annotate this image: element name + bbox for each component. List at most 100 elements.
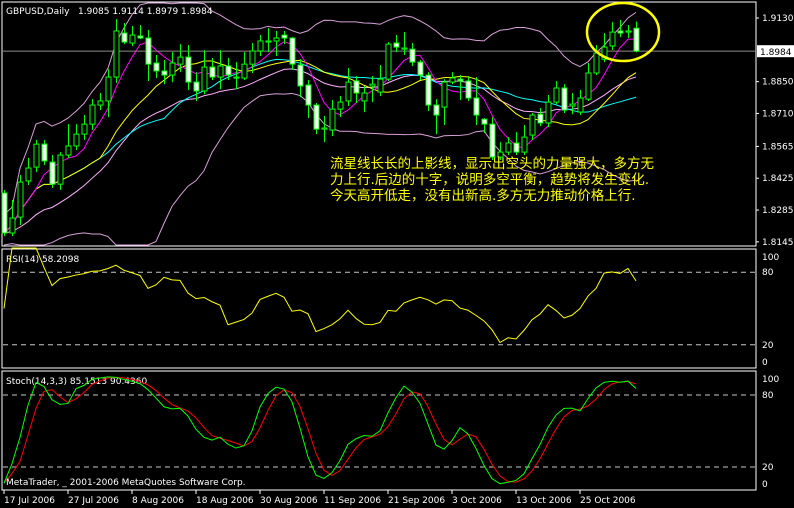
candle-body (225, 65, 232, 76)
candle-body (409, 48, 416, 63)
candle-body (313, 104, 320, 130)
candle-body (169, 62, 176, 76)
candle-body (161, 70, 168, 76)
candle-body (553, 87, 560, 103)
candle-body (273, 37, 280, 42)
price-tick-label: 1.9130 (762, 14, 794, 24)
current-price-tag: 1.8984 (757, 45, 794, 58)
rsi-level-label: 80 (762, 268, 774, 278)
candle-body (241, 63, 248, 79)
candle (17, 175, 24, 226)
annotation-text: 流星线长长的上影线，显示出空头的力量强大，多方无 力上行.后边的十字，说明多空平… (330, 155, 654, 204)
candle-body (505, 142, 512, 153)
candle (385, 42, 392, 81)
candle-body (145, 37, 152, 65)
candle-body (577, 97, 584, 113)
candle-body (449, 77, 456, 83)
candle-body (569, 103, 576, 107)
price-tick-label: 1.8425 (762, 174, 794, 184)
candle-body (49, 161, 56, 185)
candle-body (201, 66, 208, 92)
candle-body (377, 78, 384, 93)
candle-body (265, 40, 272, 43)
candle-body (633, 27, 640, 52)
candle (41, 140, 48, 166)
candle-body (9, 217, 16, 234)
candle-body (153, 62, 160, 72)
candle (57, 152, 64, 191)
candle-body (489, 123, 496, 158)
candle-body (25, 167, 32, 182)
metatrader-chart[interactable]: GBPUSD,Daily 1.9085 1.9114 1.8979 1.8984… (0, 0, 794, 508)
date-tick-label: 17 Jul 2006 (4, 496, 55, 506)
candle-body (617, 30, 624, 34)
price-tick-label: 1.8285 (762, 206, 794, 216)
date-tick-label: 13 Oct 2006 (516, 496, 572, 506)
candle-body (73, 133, 80, 147)
candle-body (57, 154, 64, 185)
candle-body (257, 40, 264, 52)
stoch-level-label: 0 (762, 480, 768, 490)
date-tick-label: 27 Jul 2006 (68, 496, 119, 506)
candle-body (65, 145, 72, 156)
candle-body (217, 65, 224, 78)
current-price-label: 1.8984 (760, 48, 792, 58)
annotation-line: 流星线长长的上影线，显示出空头的力量强大，多方无 (330, 155, 654, 172)
candle-body (321, 127, 328, 130)
candle-body (593, 52, 600, 74)
candle (425, 72, 432, 111)
candle-body (353, 80, 360, 94)
rsi-level-label: 20 (762, 341, 774, 351)
candle-body (209, 66, 216, 78)
candle-body (345, 81, 352, 102)
candle-body (513, 142, 520, 153)
price-tick-label: 1.8710 (762, 109, 794, 119)
candle-body (537, 113, 544, 124)
candle-body (193, 81, 200, 92)
candle-body (361, 92, 368, 102)
candle-body (337, 101, 344, 110)
candle (33, 140, 40, 173)
rsi-level-label: 100 (762, 253, 779, 263)
candle-body (369, 83, 376, 87)
date-tick-label: 30 Aug 2006 (260, 496, 318, 506)
candle-body (457, 78, 464, 82)
copyright-text: MetaTrader, _ 2001-2006 MetaQuotes Softw… (6, 478, 246, 488)
candle (1, 190, 8, 236)
candle-body (1, 192, 8, 234)
date-tick-label: 8 Aug 2006 (132, 496, 184, 506)
price-tick-label: 1.8850 (762, 78, 794, 88)
rsi-level-label: 0 (762, 358, 768, 368)
candle-body (545, 101, 552, 124)
candle-body (385, 43, 392, 80)
price-tick-label: 1.8145 (762, 238, 794, 248)
candle-body (113, 30, 120, 78)
candle-body (249, 50, 256, 65)
price-tick-label: 1.8565 (762, 142, 794, 152)
date-tick-label: 25 Oct 2006 (580, 496, 636, 506)
candle-body (465, 80, 472, 99)
candle (313, 103, 320, 135)
candle-body (393, 42, 400, 48)
annotation-line: 今天高开低走，没有出新高.多方无力推动价格上行. (330, 187, 636, 204)
annotation-line: 力上行.后边的十字，说明多空平衡，趋势将发生变化. (330, 171, 649, 188)
stoch-level-label: 80 (762, 391, 774, 401)
candle-body (41, 143, 48, 162)
candle-body (401, 47, 408, 50)
candle-body (561, 87, 568, 111)
candle-body (521, 136, 528, 153)
candle-body (185, 56, 192, 83)
candle-body (625, 30, 632, 33)
candle-body (481, 118, 488, 125)
candle-body (609, 31, 616, 47)
candle-body (433, 104, 440, 116)
stoch-level-label: 20 (762, 463, 774, 473)
candle-body (585, 72, 592, 100)
candle-body (305, 84, 312, 106)
symbol-label: GBPUSD,Daily (6, 7, 70, 17)
ohlc-readout: 1.9085 1.9114 1.8979 1.8984 (78, 7, 213, 17)
candle-body (121, 32, 128, 43)
candle-body (297, 64, 304, 87)
candle-body (129, 34, 136, 44)
candle-body (233, 76, 240, 79)
